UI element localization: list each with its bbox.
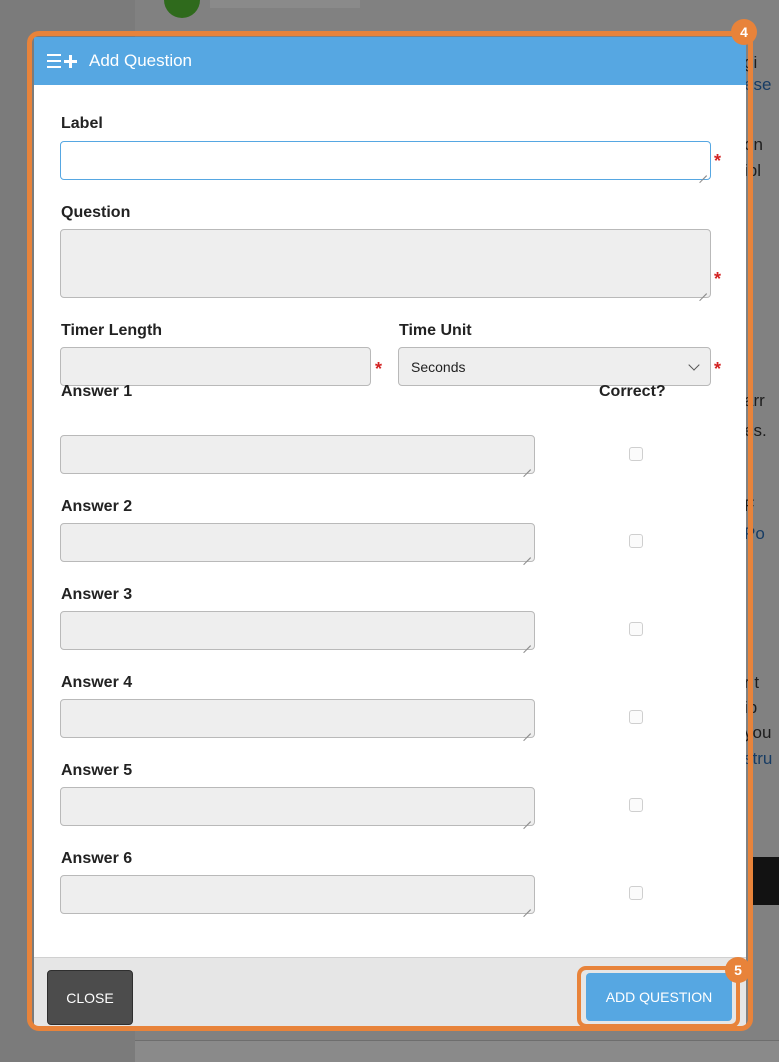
background-heading	[210, 0, 360, 8]
button-highlight-frame	[577, 966, 740, 1028]
step-highlight-frame	[27, 31, 753, 1031]
background-button	[752, 857, 779, 905]
step-badge: 4	[731, 19, 757, 45]
background-footer	[135, 1040, 779, 1062]
step-badge: 5	[725, 957, 751, 983]
